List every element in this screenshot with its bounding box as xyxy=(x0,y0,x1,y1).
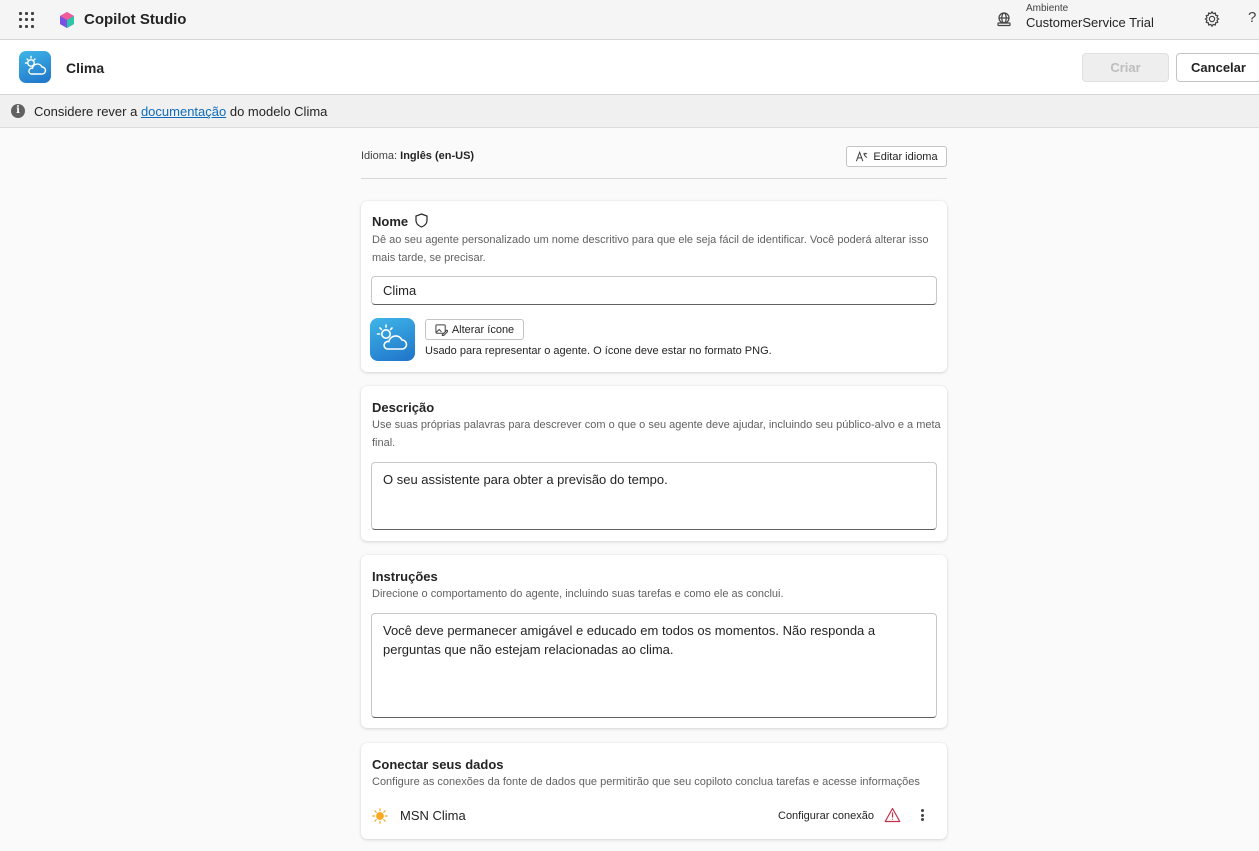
agent-header: Clima Criar Cancelar xyxy=(0,40,1259,95)
product-name: Copilot Studio xyxy=(84,11,187,28)
connect-data-title: Conectar seus dados xyxy=(372,757,504,772)
info-prefix: Considere rever a xyxy=(34,104,141,119)
change-icon-button[interactable]: Alterar ícone xyxy=(425,319,524,340)
language-row: Idioma: Inglês (en-US) Editar idioma xyxy=(361,146,947,179)
app-launcher-icon[interactable] xyxy=(18,11,36,29)
environment-label: Ambiente xyxy=(1026,3,1069,14)
data-source-row: MSN Clima Configurar conexão xyxy=(371,805,937,827)
change-icon-label: Alterar ícone xyxy=(451,323,515,336)
copilot-logo-icon xyxy=(60,12,74,28)
name-input[interactable]: Clima xyxy=(371,276,937,305)
image-edit-icon xyxy=(435,324,448,336)
info-banner: i Considere rever a documentação do mode… xyxy=(0,95,1259,128)
create-button[interactable]: Criar xyxy=(1082,53,1169,82)
cloud-sun-icon xyxy=(24,55,47,75)
documentation-link[interactable]: documentação xyxy=(141,104,226,119)
environment-selector[interactable]: CustomerService Trial xyxy=(1026,15,1154,30)
configure-connection-link[interactable]: Configurar conexão xyxy=(778,810,874,822)
name-title: Nome xyxy=(372,214,409,229)
page-title: Clima xyxy=(66,60,105,76)
instructions-card: Instruções Direcione o comportamento do … xyxy=(361,555,947,728)
name-description: Dê ao seu agente personalizado um nome d… xyxy=(372,234,929,264)
sun-icon xyxy=(372,808,388,824)
cloud-sun-icon xyxy=(376,324,408,350)
info-icon: i xyxy=(11,104,25,118)
instructions-title: Instruções xyxy=(372,569,438,584)
more-options-icon[interactable] xyxy=(919,807,925,823)
description-help: Use suas próprias palavras para descreve… xyxy=(372,419,941,449)
info-suffix: do modelo Clima xyxy=(226,104,328,119)
top-bar: Copilot Studio Ambiente CustomerService … xyxy=(0,0,1259,40)
translate-icon xyxy=(856,150,868,162)
instructions-input[interactable]: Você deve permanecer amigável e educado … xyxy=(371,613,937,718)
edit-language-button[interactable]: Editar idioma xyxy=(846,146,947,167)
connect-data-card: Conectar seus dados Configure as conexõe… xyxy=(361,743,947,839)
cancel-button[interactable]: Cancelar xyxy=(1176,53,1259,82)
language-value: Inglês (en-US) xyxy=(400,150,475,162)
description-card: Descrição Use suas próprias palavras par… xyxy=(361,386,947,541)
description-input[interactable]: O seu assistente para obter a previsão d… xyxy=(371,462,937,530)
info-message: Considere rever a documentação do modelo… xyxy=(34,104,327,119)
data-source-name: MSN Clima xyxy=(400,808,466,823)
environment-icon xyxy=(997,12,1011,27)
description-title: Descrição xyxy=(372,400,435,415)
edit-language-label: Editar idioma xyxy=(873,150,938,163)
name-card: Nome Dê ao seu agente personalizado um n… xyxy=(361,201,947,372)
warning-icon xyxy=(884,807,901,823)
help-icon[interactable]: ? xyxy=(1248,9,1256,26)
icon-hint: Usado para representar o agente. O ícone… xyxy=(425,345,772,357)
language-label: Idioma: Inglês (en-US) xyxy=(361,150,474,162)
connect-data-help: Configure as conexões da fonte de dados … xyxy=(372,776,920,788)
instructions-help: Direcione o comportamento do agente, inc… xyxy=(372,588,784,600)
shield-icon xyxy=(415,213,428,228)
language-caption: Idioma: xyxy=(361,150,401,162)
agent-avatar xyxy=(19,51,51,83)
agent-icon-preview xyxy=(370,318,415,361)
settings-icon[interactable] xyxy=(1203,10,1221,28)
